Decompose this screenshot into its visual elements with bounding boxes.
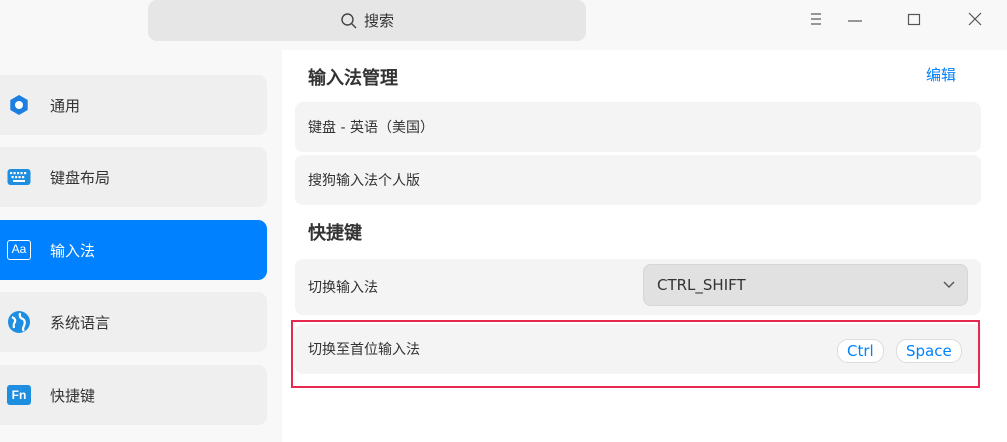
sidebar-item-input-method[interactable]: Aa 输入法 (0, 220, 267, 280)
shortcut-icon-text: Fn (7, 385, 31, 405)
key-chip-ctrl[interactable]: Ctrl (837, 339, 884, 363)
chevron-down-icon (942, 277, 956, 295)
globe-icon (6, 309, 32, 335)
switch-input-method-select[interactable]: CTRL_SHIFT (643, 264, 968, 306)
maximize-icon[interactable] (901, 6, 927, 32)
sidebar: 通用 键盘布局 Aa 输入法 系 (0, 50, 282, 442)
keyboard-icon (6, 164, 32, 190)
input-method-label: 键盘 - 英语（美国） (308, 117, 434, 137)
close-icon[interactable] (962, 6, 988, 32)
switch-input-method-label: 切换输入法 (308, 277, 378, 297)
shortcut-icon: Fn (6, 382, 32, 408)
sidebar-item-label: 通用 (50, 95, 80, 116)
sidebar-item-shortcuts[interactable]: Fn 快捷键 (0, 365, 267, 425)
shortcut-section-title: 快捷键 (308, 219, 362, 245)
switch-to-first-row: 切换至首位输入法 Ctrl Space (295, 324, 981, 374)
sidebar-item-label: 输入法 (50, 240, 95, 261)
search-icon (340, 12, 358, 30)
sidebar-item-label: 快捷键 (50, 385, 95, 406)
input-method-icon: Aa (6, 237, 32, 263)
main-panel: 输入法管理 编辑 键盘 - 英语（美国） 搜狗输入法个人版 快捷键 切换输入法 … (282, 50, 1007, 442)
sidebar-item-general[interactable]: 通用 (0, 75, 267, 135)
key-chip-space[interactable]: Space (896, 339, 962, 363)
gear-icon (6, 92, 32, 118)
select-value: CTRL_SHIFT (657, 276, 746, 294)
sidebar-item-keyboard-layout[interactable]: 键盘布局 (0, 147, 267, 207)
input-method-item[interactable]: 搜狗输入法个人版 (295, 155, 981, 205)
sidebar-item-label: 系统语言 (50, 312, 110, 333)
switch-to-first-label: 切换至首位输入法 (308, 339, 420, 359)
hamburger-icon[interactable] (803, 6, 829, 32)
minimize-icon[interactable] (842, 6, 868, 32)
search-box[interactable]: 搜索 (148, 0, 586, 41)
input-method-label: 搜狗输入法个人版 (308, 170, 420, 190)
input-method-icon-text: Aa (7, 240, 31, 260)
edit-button[interactable]: 编辑 (926, 64, 956, 85)
sidebar-item-label: 键盘布局 (50, 167, 110, 188)
search-placeholder: 搜索 (364, 10, 394, 31)
input-method-item[interactable]: 键盘 - 英语（美国） (295, 102, 981, 152)
input-method-section-title: 输入法管理 (308, 64, 398, 90)
sidebar-item-system-language[interactable]: 系统语言 (0, 292, 267, 352)
title-bar: 搜索 (0, 0, 1007, 50)
switch-input-method-row: 切换输入法 CTRL_SHIFT (295, 259, 981, 315)
